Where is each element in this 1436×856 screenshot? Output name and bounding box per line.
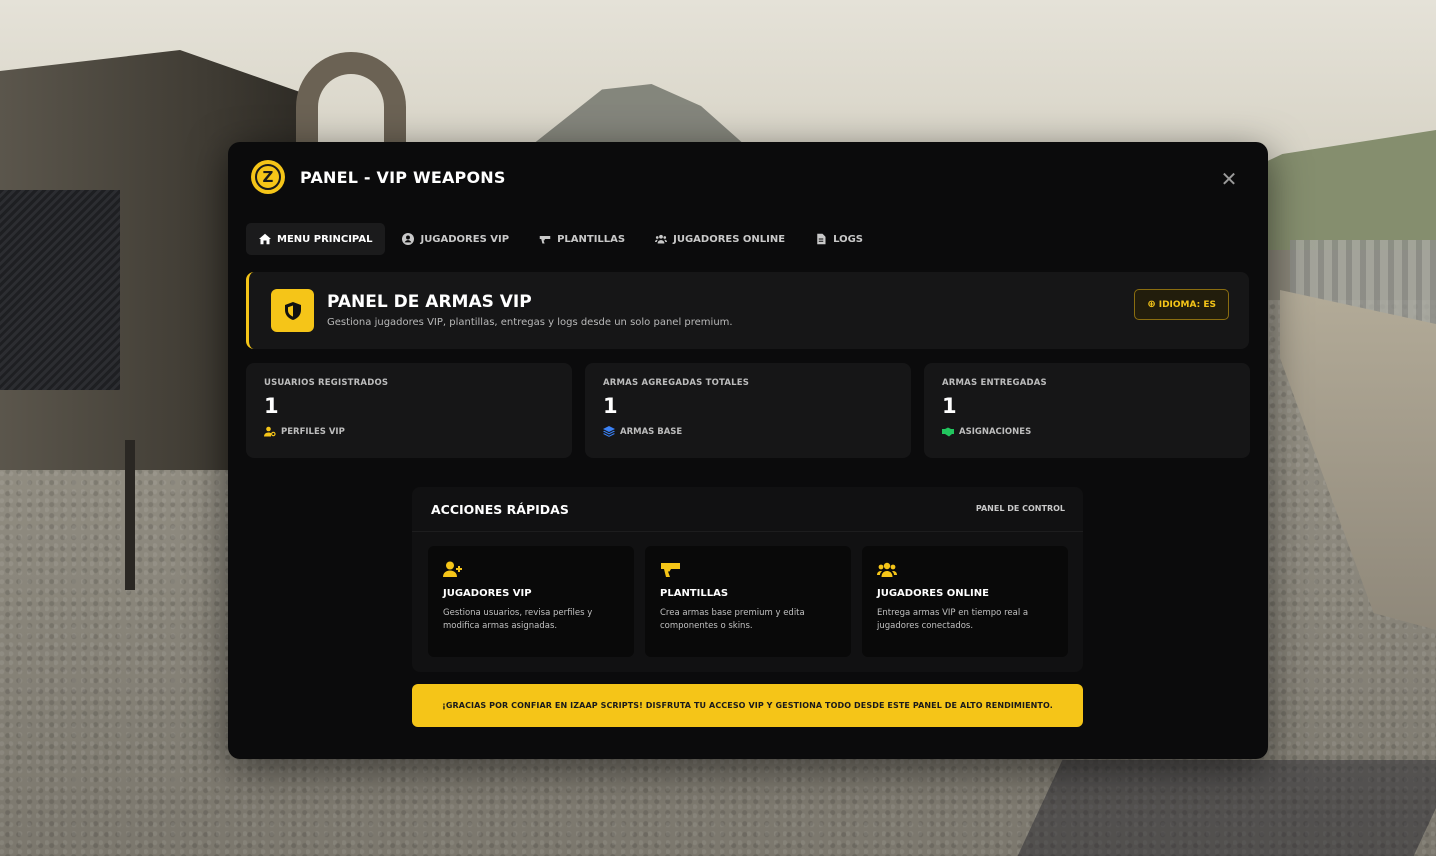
quick-card-jugadores-online[interactable]: JUGADORES ONLINE Entrega armas VIP en ti… <box>862 546 1068 657</box>
thank-you-banner: ¡GRACIAS POR CONFIAR EN IZAAP SCRIPTS! D… <box>412 684 1083 727</box>
quick-actions-section: ACCIONES RÁPIDAS PANEL DE CONTROL JUGADO… <box>412 487 1083 672</box>
quick-card-title: JUGADORES VIP <box>443 588 532 599</box>
layers-icon <box>603 426 615 437</box>
logo-letter: Z <box>255 164 281 190</box>
divider <box>412 531 1083 532</box>
tab-label: MENU PRINCIPAL <box>277 233 373 245</box>
tank-grill <box>0 190 120 390</box>
gun-icon <box>661 563 680 577</box>
quick-actions-title: ACCIONES RÁPIDAS <box>431 502 569 517</box>
tab-jugadores-vip[interactable]: JUGADORES VIP <box>389 223 522 255</box>
file-icon <box>817 233 826 245</box>
quick-card-plantillas[interactable]: PLANTILLAS Crea armas base premium y edi… <box>645 546 851 657</box>
gun-icon <box>539 236 551 244</box>
tab-menu-principal[interactable]: MENU PRINCIPAL <box>246 223 386 255</box>
stat-foot-label: PERFILES VIP <box>281 426 345 437</box>
stat-foot: ARMAS BASE <box>603 426 682 437</box>
stat-foot-label: ARMAS BASE <box>620 426 683 437</box>
stat-foot: PERFILES VIP <box>264 426 345 437</box>
stat-foot: ASIGNACIONES <box>942 426 1031 437</box>
users-icon <box>655 234 668 244</box>
hero-subtitle: Gestiona jugadores VIP, plantillas, entr… <box>327 317 733 328</box>
globe-icon: ⊕ <box>1147 299 1156 310</box>
quick-card-title: JUGADORES ONLINE <box>877 588 989 599</box>
stat-foot-label: ASIGNACIONES <box>959 426 1032 437</box>
tab-bar: MENU PRINCIPAL JUGADORES VIP PLANTILLAS … <box>246 223 876 255</box>
stat-value: 1 <box>942 394 957 418</box>
stat-card-usuarios: USUARIOS REGISTRADOS 1 PERFILES VIP <box>246 363 572 458</box>
quick-card-desc: Gestiona usuarios, revisa perfiles y mod… <box>443 608 593 631</box>
hero-icon-box <box>271 289 314 332</box>
quick-actions-side-label: PANEL DE CONTROL <box>975 504 1065 513</box>
tab-plantillas[interactable]: PLANTILLAS <box>526 223 638 255</box>
tab-jugadores-online[interactable]: JUGADORES ONLINE <box>642 223 798 255</box>
quick-card-desc: Crea armas base premium y edita componen… <box>660 608 805 631</box>
tab-label: JUGADORES VIP <box>420 233 510 245</box>
hero-banner: PANEL DE ARMAS VIP Gestiona jugadores VI… <box>246 272 1249 349</box>
stat-label: ARMAS AGREGADAS TOTALES <box>603 378 750 388</box>
quick-card-jugadores-vip[interactable]: JUGADORES VIP Gestiona usuarios, revisa … <box>428 546 634 657</box>
home-icon <box>259 233 271 245</box>
close-icon: ✕ <box>1220 167 1238 191</box>
panel-title: PANEL - VIP WEAPONS <box>300 168 506 187</box>
stat-card-armas-entregadas: ARMAS ENTREGADAS 1 ASIGNACIONES <box>924 363 1250 458</box>
language-label: IDIOMA: ES <box>1158 299 1216 310</box>
stat-value: 1 <box>264 394 279 418</box>
quick-card-desc: Entrega armas VIP en tiempo real a jugad… <box>877 608 1029 631</box>
tab-logs[interactable]: LOGS <box>802 223 876 255</box>
stat-label: ARMAS ENTREGADAS <box>942 378 1047 388</box>
tab-label: LOGS <box>833 233 864 245</box>
quick-card-title: PLANTILLAS <box>660 588 729 599</box>
stat-value: 1 <box>603 394 618 418</box>
stat-card-armas-agregadas: ARMAS AGREGADAS TOTALES 1 ARMAS BASE <box>585 363 911 458</box>
stat-label: USUARIOS REGISTRADOS <box>264 378 389 388</box>
user-plus-icon <box>443 561 462 577</box>
users-icon <box>877 562 897 577</box>
tab-label: JUGADORES ONLINE <box>673 233 786 245</box>
shield-icon <box>284 301 301 320</box>
user-circle-icon <box>402 233 415 245</box>
language-button[interactable]: ⊕ IDIOMA: ES <box>1134 289 1229 320</box>
user-key-icon <box>264 426 276 437</box>
tab-label: PLANTILLAS <box>557 233 626 245</box>
ground-shadow <box>1017 760 1436 856</box>
hero-title: PANEL DE ARMAS VIP <box>327 292 532 312</box>
tank-leg <box>125 440 135 590</box>
logo: Z <box>251 160 285 194</box>
vip-weapons-panel: Z PANEL - VIP WEAPONS ✕ MENU PRINCIPAL J… <box>228 142 1268 759</box>
close-button[interactable]: ✕ <box>1216 166 1242 192</box>
handshake-icon <box>942 427 954 437</box>
